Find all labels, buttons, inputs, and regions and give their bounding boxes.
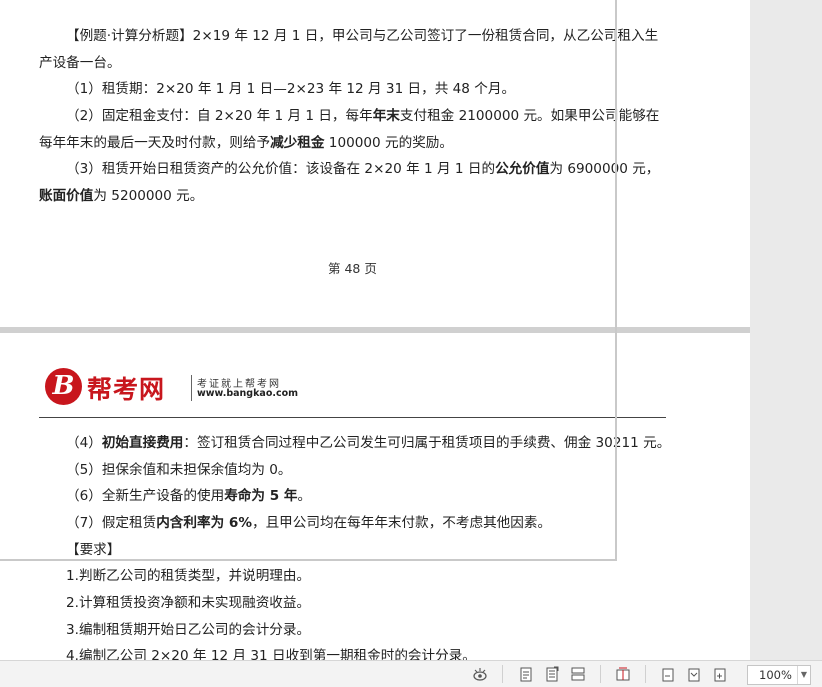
zoom-in-icon[interactable] (712, 666, 728, 682)
item-6: （6）全新生产设备的使用寿命为 5 年。 (66, 488, 312, 504)
reading-mode-icon[interactable] (615, 666, 631, 682)
item-2-cont: 每年年末的最后一天及时付款，则给予减少租金 100000 元的奖励。 (39, 135, 453, 151)
item-3: （3）租赁开始日租赁资产的公允价值：该设备在 2×20 年 1 月 1 日的公允… (66, 161, 660, 177)
bangkao-logo: B 帮考网 考证就上帮考网 www.bangkao.com (45, 368, 305, 408)
item-5: （5）担保余值和未担保余值均为 0。 (66, 462, 292, 478)
requirement-2: 2.计算租赁投资净额和未实现融资收益。 (66, 595, 311, 611)
document-workspace: 【例题·计算分析题】2×19 年 12 月 1 日，甲公司与乙公司签订了一份租赁… (0, 0, 750, 660)
requirements-label: 【要求】 (66, 542, 121, 558)
web-layout-icon[interactable] (570, 666, 586, 682)
right-gutter (750, 0, 822, 660)
page-view-icon[interactable] (518, 666, 534, 682)
requirement-1: 1.判断乙公司的租赁类型，并说明理由。 (66, 568, 311, 584)
zoom-out-icon[interactable] (660, 666, 676, 682)
item-7: （7）假定租赁内含利率为 6%，且甲公司均在每年年末付款，不考虑其他因素。 (66, 515, 552, 531)
requirement-3: 3.编制租赁期开始日乙公司的会计分录。 (66, 622, 311, 638)
logo-name: 帮考网 (87, 375, 166, 404)
chevron-down-icon[interactable]: ▼ (797, 666, 810, 684)
requirement-4: 4.编制乙公司 2×20 年 12 月 31 日收到第一期租金时的会计分录。 (66, 648, 476, 660)
header-rule (39, 417, 666, 418)
zoom-fit-icon[interactable] (686, 666, 702, 682)
full-page-icon[interactable] (544, 666, 560, 682)
eye-protect-icon[interactable] (472, 666, 488, 682)
example-heading: 【例题·计算分析题】2×19 年 12 月 1 日，甲公司与乙公司签订了一份租赁… (66, 28, 659, 44)
zoom-level-select[interactable]: 100% ▼ (747, 665, 811, 685)
document-page-48: 【例题·计算分析题】2×19 年 12 月 1 日，甲公司与乙公司签订了一份租赁… (0, 0, 750, 327)
item-4: （4）初始直接费用：签订租赁合同过程中乙公司发生可归属于租赁项目的手续费、佣金 … (66, 435, 671, 451)
item-3-cont: 账面价值为 5200000 元。 (39, 188, 204, 204)
page-number: 第 48 页 (328, 261, 377, 276)
logo-mark-icon: B (45, 368, 82, 405)
item-2: （2）固定租金支付：自 2×20 年 1 月 1 日，每年年末支付租金 2100… (66, 108, 660, 124)
example-heading-cont: 产设备一台。 (39, 55, 121, 71)
status-bar: 100% ▼ (0, 660, 822, 687)
zoom-level-value: 100% (759, 668, 792, 682)
logo-url: www.bangkao.com (197, 388, 299, 399)
item-1: （1）租赁期：2×20 年 1 月 1 日—2×23 年 12 月 31 日，共… (66, 81, 516, 97)
logo-divider (191, 375, 192, 401)
